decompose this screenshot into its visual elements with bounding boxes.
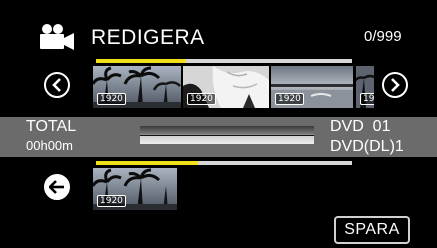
- scene-thumbnail[interactable]: 1920: [93, 66, 181, 108]
- top-strip-progress-fill: [96, 59, 186, 63]
- chevron-right-icon: [391, 78, 400, 92]
- resolution-badge: 1920: [187, 93, 216, 105]
- next-page-button[interactable]: [382, 72, 408, 98]
- scene-thumbnail-partial[interactable]: 192: [356, 66, 374, 108]
- total-time: 00h00m: [26, 138, 73, 153]
- scene-thumbnail-selected[interactable]: 1920: [183, 66, 269, 108]
- chevron-left-icon: [52, 78, 61, 92]
- total-label: TOTAL: [26, 118, 77, 135]
- back-button[interactable]: [44, 174, 70, 200]
- video-camera-icon: [36, 23, 76, 53]
- resolution-badge: 1920: [275, 93, 304, 105]
- selected-scene-thumbnail[interactable]: 1920: [93, 168, 177, 210]
- disc-count-dvd-dl: DVD(DL)1: [330, 138, 404, 155]
- resolution-badge: 1920: [97, 195, 126, 207]
- save-button[interactable]: SPARA: [334, 216, 410, 244]
- scene-thumbnail[interactable]: 1920: [271, 66, 353, 108]
- capacity-meter-line: [140, 135, 314, 136]
- screen-title: REDIGERA: [91, 26, 205, 49]
- previous-page-button[interactable]: [44, 72, 70, 98]
- resolution-badge: 192: [360, 93, 374, 105]
- bottom-strip-progress-fill: [96, 161, 198, 165]
- resolution-badge: 1920: [97, 93, 126, 105]
- back-arrow-icon: [49, 180, 64, 194]
- scene-counter: 0/999: [364, 28, 402, 45]
- disc-count-dvd: DVD 01: [330, 118, 391, 135]
